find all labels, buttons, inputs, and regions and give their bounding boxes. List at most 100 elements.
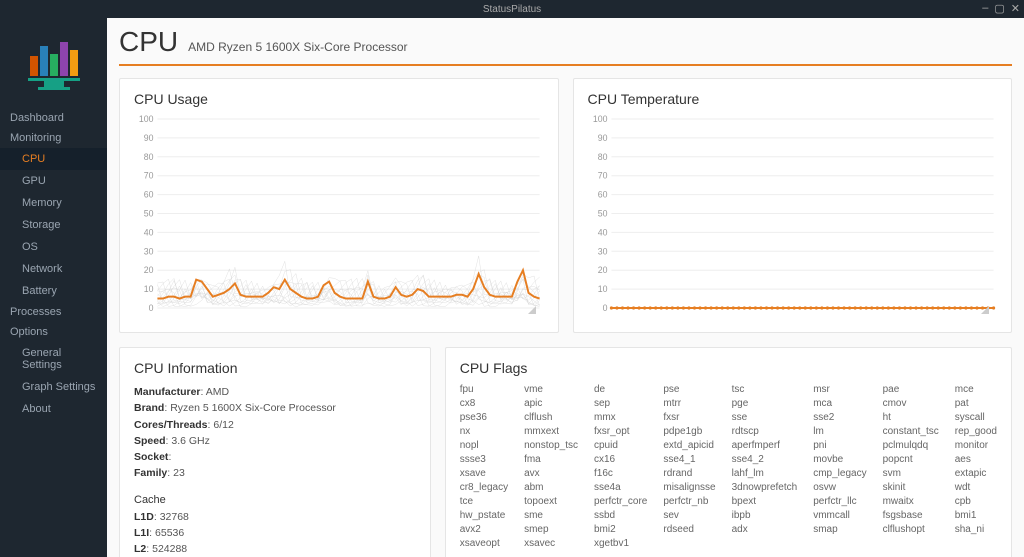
cpu-flag: sep <box>594 398 647 409</box>
cpu-flag: syscall <box>955 412 997 423</box>
sidebar-item-battery[interactable]: Battery <box>0 280 107 302</box>
cpu-flag: msr <box>813 384 866 395</box>
app-logo <box>0 18 107 108</box>
card-cpu-flags: CPU Flags fpuvmedepsetscmsrpaemcecx8apic… <box>445 347 1012 557</box>
cpu-flag: movbe <box>813 454 866 465</box>
cpu-flag: fpu <box>460 384 508 395</box>
cpu-flag: skinit <box>883 482 939 493</box>
cpu-flag: pdpe1gb <box>663 426 715 437</box>
cpu-flags-title: CPU Flags <box>460 360 997 376</box>
cpu-flag: fma <box>524 454 578 465</box>
cpu-flag: sse2 <box>813 412 866 423</box>
svg-text:20: 20 <box>597 265 607 275</box>
close-icon[interactable]: ✕ <box>1011 2 1020 15</box>
cpu-flag: pse <box>663 384 715 395</box>
cpu-flag: topoext <box>524 496 578 507</box>
main-content: CPU AMD Ryzen 5 1600X Six-Core Processor… <box>107 18 1024 557</box>
svg-text:80: 80 <box>597 152 607 162</box>
cpu-flag: rdrand <box>663 468 715 479</box>
cpu-flag: pge <box>732 398 798 409</box>
cpu-temperature-chart[interactable]: 0102030405060708090100 <box>588 115 998 320</box>
cpu-flag: avx <box>524 468 578 479</box>
minimize-icon[interactable]: – <box>982 2 988 15</box>
cpu-flag: pae <box>883 384 939 395</box>
cpu-flag: tce <box>460 496 508 507</box>
cpu-flag: nonstop_tsc <box>524 440 578 451</box>
cpu-flag: pclmulqdq <box>883 440 939 451</box>
svg-text:60: 60 <box>597 189 607 199</box>
svg-text:100: 100 <box>592 115 607 124</box>
page-subtitle: AMD Ryzen 5 1600X Six-Core Processor <box>188 40 407 54</box>
bar-chart-logo-icon <box>24 36 84 92</box>
cpu-flag: sse4_2 <box>732 454 798 465</box>
cpu-flags-grid: fpuvmedepsetscmsrpaemcecx8apicsepmtrrpge… <box>460 384 997 549</box>
cpu-flag: clflushopt <box>883 524 939 535</box>
svg-text:80: 80 <box>144 152 154 162</box>
svg-text:90: 90 <box>597 133 607 143</box>
cpu-info-title: CPU Information <box>134 360 416 376</box>
sidebar-item-os[interactable]: OS <box>0 236 107 258</box>
cpu-flag: aes <box>955 454 997 465</box>
sidebar-item-memory[interactable]: Memory <box>0 192 107 214</box>
sidebar-section[interactable]: Monitoring <box>0 128 107 148</box>
cpu-flag: xgetbv1 <box>594 538 647 549</box>
cpu-flag: pat <box>955 398 997 409</box>
cpu-flag: sme <box>524 510 578 521</box>
cpu-flag: nx <box>460 426 508 437</box>
cpu-flag: apic <box>524 398 578 409</box>
sidebar-item-graph-settings[interactable]: Graph Settings <box>0 376 107 398</box>
cpu-flag: pni <box>813 440 866 451</box>
cpu-flag: f16c <box>594 468 647 479</box>
svg-text:20: 20 <box>144 265 154 275</box>
cpu-flag: abm <box>524 482 578 493</box>
cpu-flag: fxsr <box>663 412 715 423</box>
cpu-temp-title: CPU Temperature <box>588 91 998 107</box>
sidebar-item-cpu[interactable]: CPU <box>0 148 107 170</box>
svg-text:0: 0 <box>602 303 607 313</box>
cpu-flag: rdtscp <box>732 426 798 437</box>
svg-text:30: 30 <box>597 246 607 256</box>
sidebar-item-network[interactable]: Network <box>0 258 107 280</box>
cpu-flag: tsc <box>732 384 798 395</box>
svg-text:30: 30 <box>144 246 154 256</box>
cpu-flag: constant_tsc <box>883 426 939 437</box>
svg-text:40: 40 <box>597 227 607 237</box>
cpu-flag: sse <box>732 412 798 423</box>
sidebar-section[interactable]: Dashboard <box>0 108 107 128</box>
cpu-flag: sse4a <box>594 482 647 493</box>
svg-text:50: 50 <box>597 208 607 218</box>
cpu-flag: nopl <box>460 440 508 451</box>
sidebar-item-general-settings[interactable]: General Settings <box>0 342 107 376</box>
cpu-flag: pse36 <box>460 412 508 423</box>
cpu-flag: popcnt <box>883 454 939 465</box>
cpu-flag: ssse3 <box>460 454 508 465</box>
cpu-flag: lm <box>813 426 866 437</box>
cpu-info-list: Manufacturer: AMD Brand: Ryzen 5 1600X S… <box>134 384 416 557</box>
svg-text:50: 50 <box>144 208 154 218</box>
cpu-flag: smap <box>813 524 866 535</box>
svg-text:90: 90 <box>144 133 154 143</box>
cpu-flag: fxsr_opt <box>594 426 647 437</box>
sidebar-section[interactable]: Options <box>0 322 107 342</box>
svg-text:0: 0 <box>149 303 154 313</box>
cpu-flag: mwaitx <box>883 496 939 507</box>
cpu-flag: mce <box>955 384 997 395</box>
sidebar-section[interactable]: Processes <box>0 302 107 322</box>
sidebar: DashboardMonitoringCPUGPUMemoryStorageOS… <box>0 18 107 557</box>
cpu-usage-chart[interactable]: 0102030405060708090100 <box>134 115 544 320</box>
chart-resize-handle-icon[interactable] <box>981 306 989 314</box>
cpu-flag: mtrr <box>663 398 715 409</box>
sidebar-item-storage[interactable]: Storage <box>0 214 107 236</box>
sidebar-item-gpu[interactable]: GPU <box>0 170 107 192</box>
cpu-flag: xsaveopt <box>460 538 508 549</box>
chart-resize-handle-icon[interactable] <box>528 306 536 314</box>
titlebar[interactable]: StatusPilatus – ▢ ✕ <box>0 0 1024 18</box>
cpu-flag: lahf_lm <box>732 468 798 479</box>
cpu-flag: sev <box>663 510 715 521</box>
maximize-icon[interactable]: ▢ <box>994 2 1004 15</box>
cpu-flag: bpext <box>732 496 798 507</box>
cpu-flag: avx2 <box>460 524 508 535</box>
cpu-usage-title: CPU Usage <box>134 91 544 107</box>
sidebar-item-about[interactable]: About <box>0 398 107 420</box>
cpu-flag: cmov <box>883 398 939 409</box>
